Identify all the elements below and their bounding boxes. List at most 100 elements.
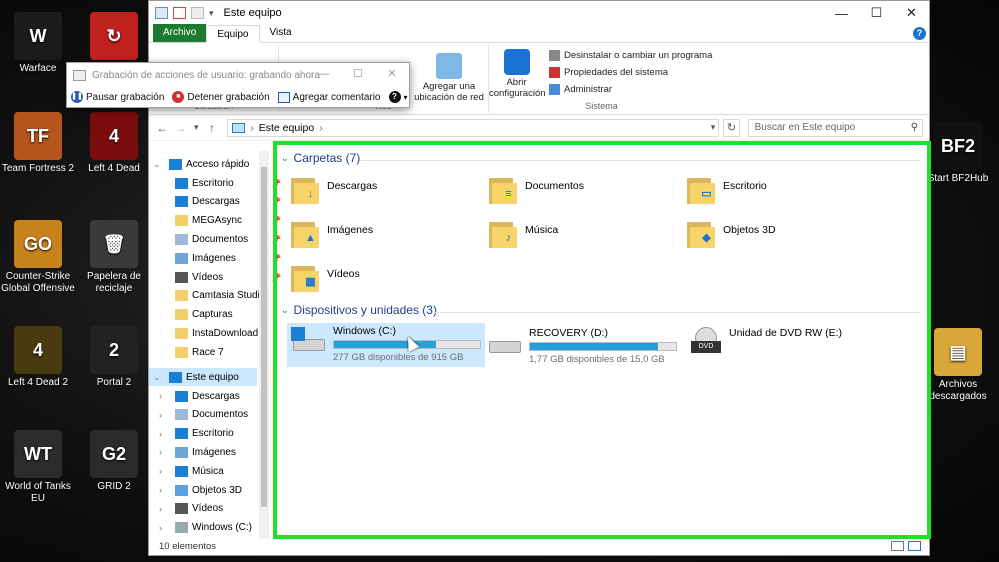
add-network-location-button[interactable]: Agregar una ubicación de red (409, 51, 489, 103)
nav-quick-access[interactable]: ⌄ Acceso rápido (153, 155, 249, 173)
nav-quick-item[interactable]: Capturas (175, 306, 233, 324)
nav-this-pc[interactable]: ⌄ Este equipo (149, 368, 257, 386)
desktop-icon-left_icons-4[interactable]: WT World of Tanks EU (0, 430, 78, 505)
nav-scrollbar[interactable] (259, 151, 269, 539)
nav-quick-item[interactable]: Vídeos 📌 (175, 268, 281, 286)
hard-drive-icon (487, 327, 523, 357)
recent-locations-icon[interactable]: ▾ (192, 122, 201, 133)
expand-chevron-icon[interactable]: › (159, 466, 162, 476)
stop-recording-button[interactable]: ■ Detener grabación (172, 91, 270, 103)
up-arrow-icon[interactable]: ↑ (205, 121, 219, 135)
drive-item[interactable]: Windows (C:) 277 GB disponibles de 915 GB (287, 323, 485, 367)
customize-toolbar-icon[interactable]: ▾ (209, 8, 214, 19)
search-input[interactable]: Buscar en Este equipo ⚲ (747, 118, 924, 137)
tab-view[interactable]: Vista (260, 24, 302, 42)
nav-quick-item[interactable]: MEGAsync 📌 (175, 212, 281, 230)
manage-icon (549, 83, 560, 95)
expand-chevron-icon[interactable]: › (159, 485, 162, 495)
recorder-minimize-button[interactable]: — (307, 63, 341, 85)
desktop-icon-left_icons-3[interactable]: 4 Left 4 Dead 2 (0, 326, 78, 389)
new-folder-icon[interactable] (191, 7, 204, 19)
tab-file[interactable]: Archivo (153, 24, 207, 42)
folders-group-header[interactable]: ⌄ Carpetas (7) (281, 151, 360, 165)
folder-item[interactable]: ▭ Escritorio (687, 175, 767, 205)
nav-quick-item[interactable]: Documentos 📌 (175, 230, 281, 248)
folder-item[interactable]: ♪ Música (489, 219, 558, 249)
address-dropdown-icon[interactable]: ▾ (711, 122, 716, 133)
folder-icon (175, 290, 188, 302)
expand-chevron-icon[interactable]: ⌄ (153, 372, 161, 383)
nav-pc-item[interactable]: › Música (159, 462, 224, 480)
drive-item[interactable]: DVD Unidad de DVD RW (E:) (687, 327, 842, 357)
pictures-icon (175, 252, 188, 264)
system-properties-icon (549, 66, 560, 78)
properties-icon[interactable] (173, 7, 186, 19)
expand-chevron-icon[interactable]: › (159, 504, 162, 514)
nav-pc-item[interactable]: › Documentos (159, 406, 248, 424)
tab-computer[interactable]: Equipo (206, 25, 260, 43)
maximize-button[interactable]: ☐ (859, 1, 894, 25)
recorder-close-button[interactable]: ✕ (375, 63, 409, 85)
open-settings-button[interactable]: Abrir configuración (489, 47, 546, 99)
nav-pc-item[interactable]: › Objetos 3D (159, 481, 242, 499)
desktop-icon-col2_icons-0[interactable]: ↻ (74, 12, 154, 63)
app-icon: 2 (90, 326, 138, 374)
refresh-icon[interactable]: ↻ (723, 118, 740, 137)
desktop-icon-col2_icons-1[interactable]: 4 Left 4 Dead (74, 112, 154, 175)
expand-chevron-icon[interactable]: › (159, 523, 162, 533)
expand-chevron-icon[interactable]: › (159, 391, 162, 401)
minimize-button[interactable]: — (824, 1, 859, 25)
add-comment-button[interactable]: Agregar comentario (277, 91, 381, 103)
desktop-icon-col2_icons-3[interactable]: 2 Portal 2 (74, 326, 154, 389)
help-icon[interactable]: ? (913, 27, 926, 40)
desktop-icon (175, 428, 188, 440)
folder-item[interactable]: ◆ Objetos 3D (687, 219, 776, 249)
drive-item[interactable]: RECOVERY (D:) 1,77 GB disponibles de 15,0… (487, 327, 677, 365)
uninstall-program-button[interactable]: Desinstalar o cambiar un programa (549, 47, 712, 63)
manage-label: Administrar (564, 83, 613, 95)
app-icon: WT (14, 430, 62, 478)
expand-chevron-icon[interactable]: ⌄ (153, 159, 161, 170)
expand-chevron-icon[interactable]: › (159, 447, 162, 457)
nav-quick-item[interactable]: Escritorio 📌 (175, 174, 281, 192)
add-comment-label: Agregar comentario (292, 91, 381, 103)
computer-icon[interactable] (155, 7, 168, 19)
desktop-icon-col2_icons-2[interactable]: 🗑 Papelera de reciclaje (74, 220, 154, 295)
nav-scrollbar-thumb[interactable] (261, 167, 267, 507)
folder-item[interactable]: ▲ Imágenes (291, 219, 373, 249)
desktop-icon-left_icons-2[interactable]: GO Counter-Strike Global Offensive (0, 220, 78, 295)
address-bar[interactable]: › Este equipo › ▾ (227, 118, 720, 137)
desktop-icon-left_icons-1[interactable]: TF Team Fortress 2 (0, 112, 78, 175)
recorder-help-button[interactable]: ? ▾ (388, 91, 408, 103)
pause-recording-button[interactable]: ❚❚ Pausar grabación (71, 91, 164, 103)
devices-group-header[interactable]: ⌄ Dispositivos y unidades (3) (281, 303, 437, 317)
details-view-icon[interactable] (891, 541, 904, 551)
folder-item[interactable]: ↓ Descargas (291, 175, 377, 205)
recorder-maximize-button[interactable]: ☐ (341, 63, 375, 85)
expand-chevron-icon[interactable]: › (159, 410, 162, 420)
nav-pc-item[interactable]: › Windows (C:) (159, 519, 252, 537)
large-icons-view-icon[interactable] (908, 541, 921, 551)
desktop-icon-col2_icons-4[interactable]: G2 GRID 2 (74, 430, 154, 493)
nav-quick-item[interactable]: Descargas 📌 (175, 193, 281, 211)
manage-button[interactable]: Administrar (549, 81, 612, 97)
close-button[interactable]: ✕ (894, 1, 929, 25)
forward-arrow-icon[interactable]: → (173, 121, 187, 135)
nav-quick-item[interactable]: Camtasia Studio (175, 287, 265, 305)
nav-pc-item[interactable]: › Vídeos (159, 500, 223, 518)
expand-chevron-icon[interactable]: › (159, 429, 162, 439)
folder-item[interactable]: ▦ Vídeos (291, 263, 360, 293)
steps-recorder-toolbar: ❚❚ Pausar grabación ■ Detener grabación … (67, 87, 409, 107)
nav-pc-item[interactable]: › Escritorio (159, 425, 234, 443)
nav-quick-item[interactable]: Imágenes 📌 (175, 249, 281, 267)
nav-pc-item[interactable]: › Descargas (159, 387, 240, 405)
folder-item[interactable]: ≡ Documentos (489, 175, 584, 205)
nav-quick-item[interactable]: InstaDownload (175, 324, 258, 342)
folders-header-label: Carpetas (7) (293, 151, 361, 165)
address-path[interactable]: Este equipo (259, 122, 314, 134)
system-properties-button[interactable]: Propiedades del sistema (549, 64, 668, 80)
back-arrow-icon[interactable]: ← (155, 121, 169, 135)
nav-quick-item[interactable]: Race 7 (175, 343, 224, 361)
steps-recorder-icon (73, 69, 86, 81)
nav-pc-item[interactable]: › Imágenes (159, 443, 236, 461)
